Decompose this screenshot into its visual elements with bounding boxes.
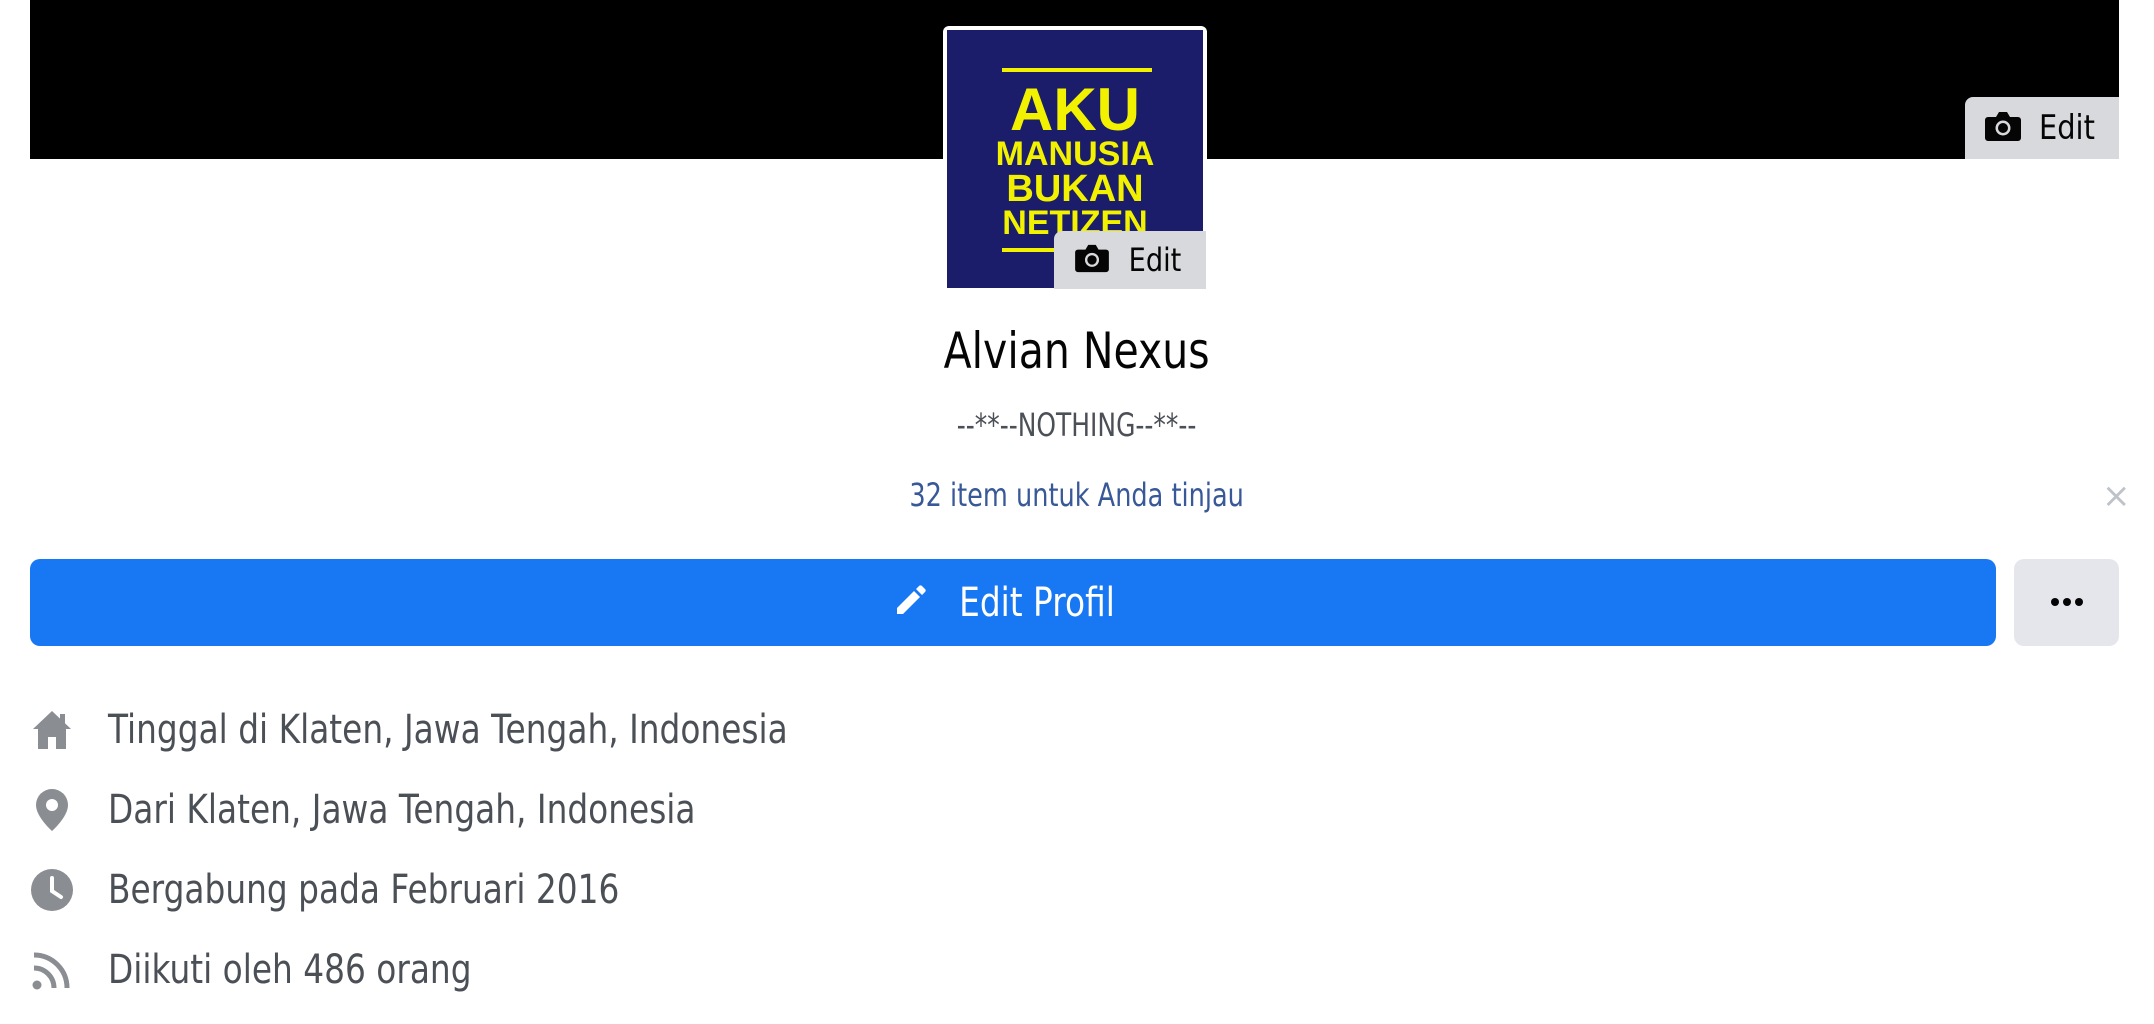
lives-in-text: Tinggal di Klaten, Jawa Tengah, Indonesi… xyxy=(108,707,788,753)
image-rule-bottom xyxy=(1002,248,1062,252)
profile-picture[interactable]: AKU MANUSIA BUKAN NETIZEN Edit xyxy=(943,26,1207,292)
image-text-line: MANUSIA xyxy=(995,135,1155,173)
info-row-joined: Bergabung pada Februari 2016 xyxy=(30,860,619,920)
image-rule-top xyxy=(1002,68,1152,72)
camera-icon xyxy=(1074,243,1110,278)
profile-name: Alvian Nexus xyxy=(943,322,1210,380)
edit-profile-button[interactable]: Edit Profil xyxy=(30,559,1996,646)
more-icon xyxy=(2050,594,2084,612)
edit-cover-button[interactable]: Edit xyxy=(1965,97,2119,159)
profile-bio: --**--NOTHING--**-- xyxy=(956,406,1197,444)
home-icon xyxy=(30,706,74,754)
close-icon[interactable]: × xyxy=(2102,476,2131,516)
clock-icon xyxy=(30,866,74,914)
pencil-icon xyxy=(894,583,928,622)
info-row-lives-in: Tinggal di Klaten, Jawa Tengah, Indonesi… xyxy=(30,700,788,760)
from-text: Dari Klaten, Jawa Tengah, Indonesia xyxy=(108,787,696,833)
image-text-line: BUKAN xyxy=(1006,168,1144,210)
camera-icon xyxy=(1984,110,2022,147)
more-options-button[interactable] xyxy=(2014,559,2119,646)
edit-cover-label: Edit xyxy=(2039,108,2095,148)
review-items-link[interactable]: 32 item untuk Anda tinjau xyxy=(215,476,1938,514)
location-pin-icon xyxy=(30,786,74,834)
edit-profile-picture-label: Edit xyxy=(1128,241,1182,279)
joined-text: Bergabung pada Februari 2016 xyxy=(108,867,620,913)
info-row-followers: Diikuti oleh 486 orang xyxy=(30,940,472,1000)
image-text-line: AKU xyxy=(1010,76,1140,143)
followers-text: Diikuti oleh 486 orang xyxy=(108,947,472,993)
edit-profile-label: Edit Profil xyxy=(959,579,1115,626)
edit-profile-picture-button[interactable]: Edit xyxy=(1054,231,1206,289)
info-row-from: Dari Klaten, Jawa Tengah, Indonesia xyxy=(30,780,696,840)
rss-icon xyxy=(30,946,74,994)
